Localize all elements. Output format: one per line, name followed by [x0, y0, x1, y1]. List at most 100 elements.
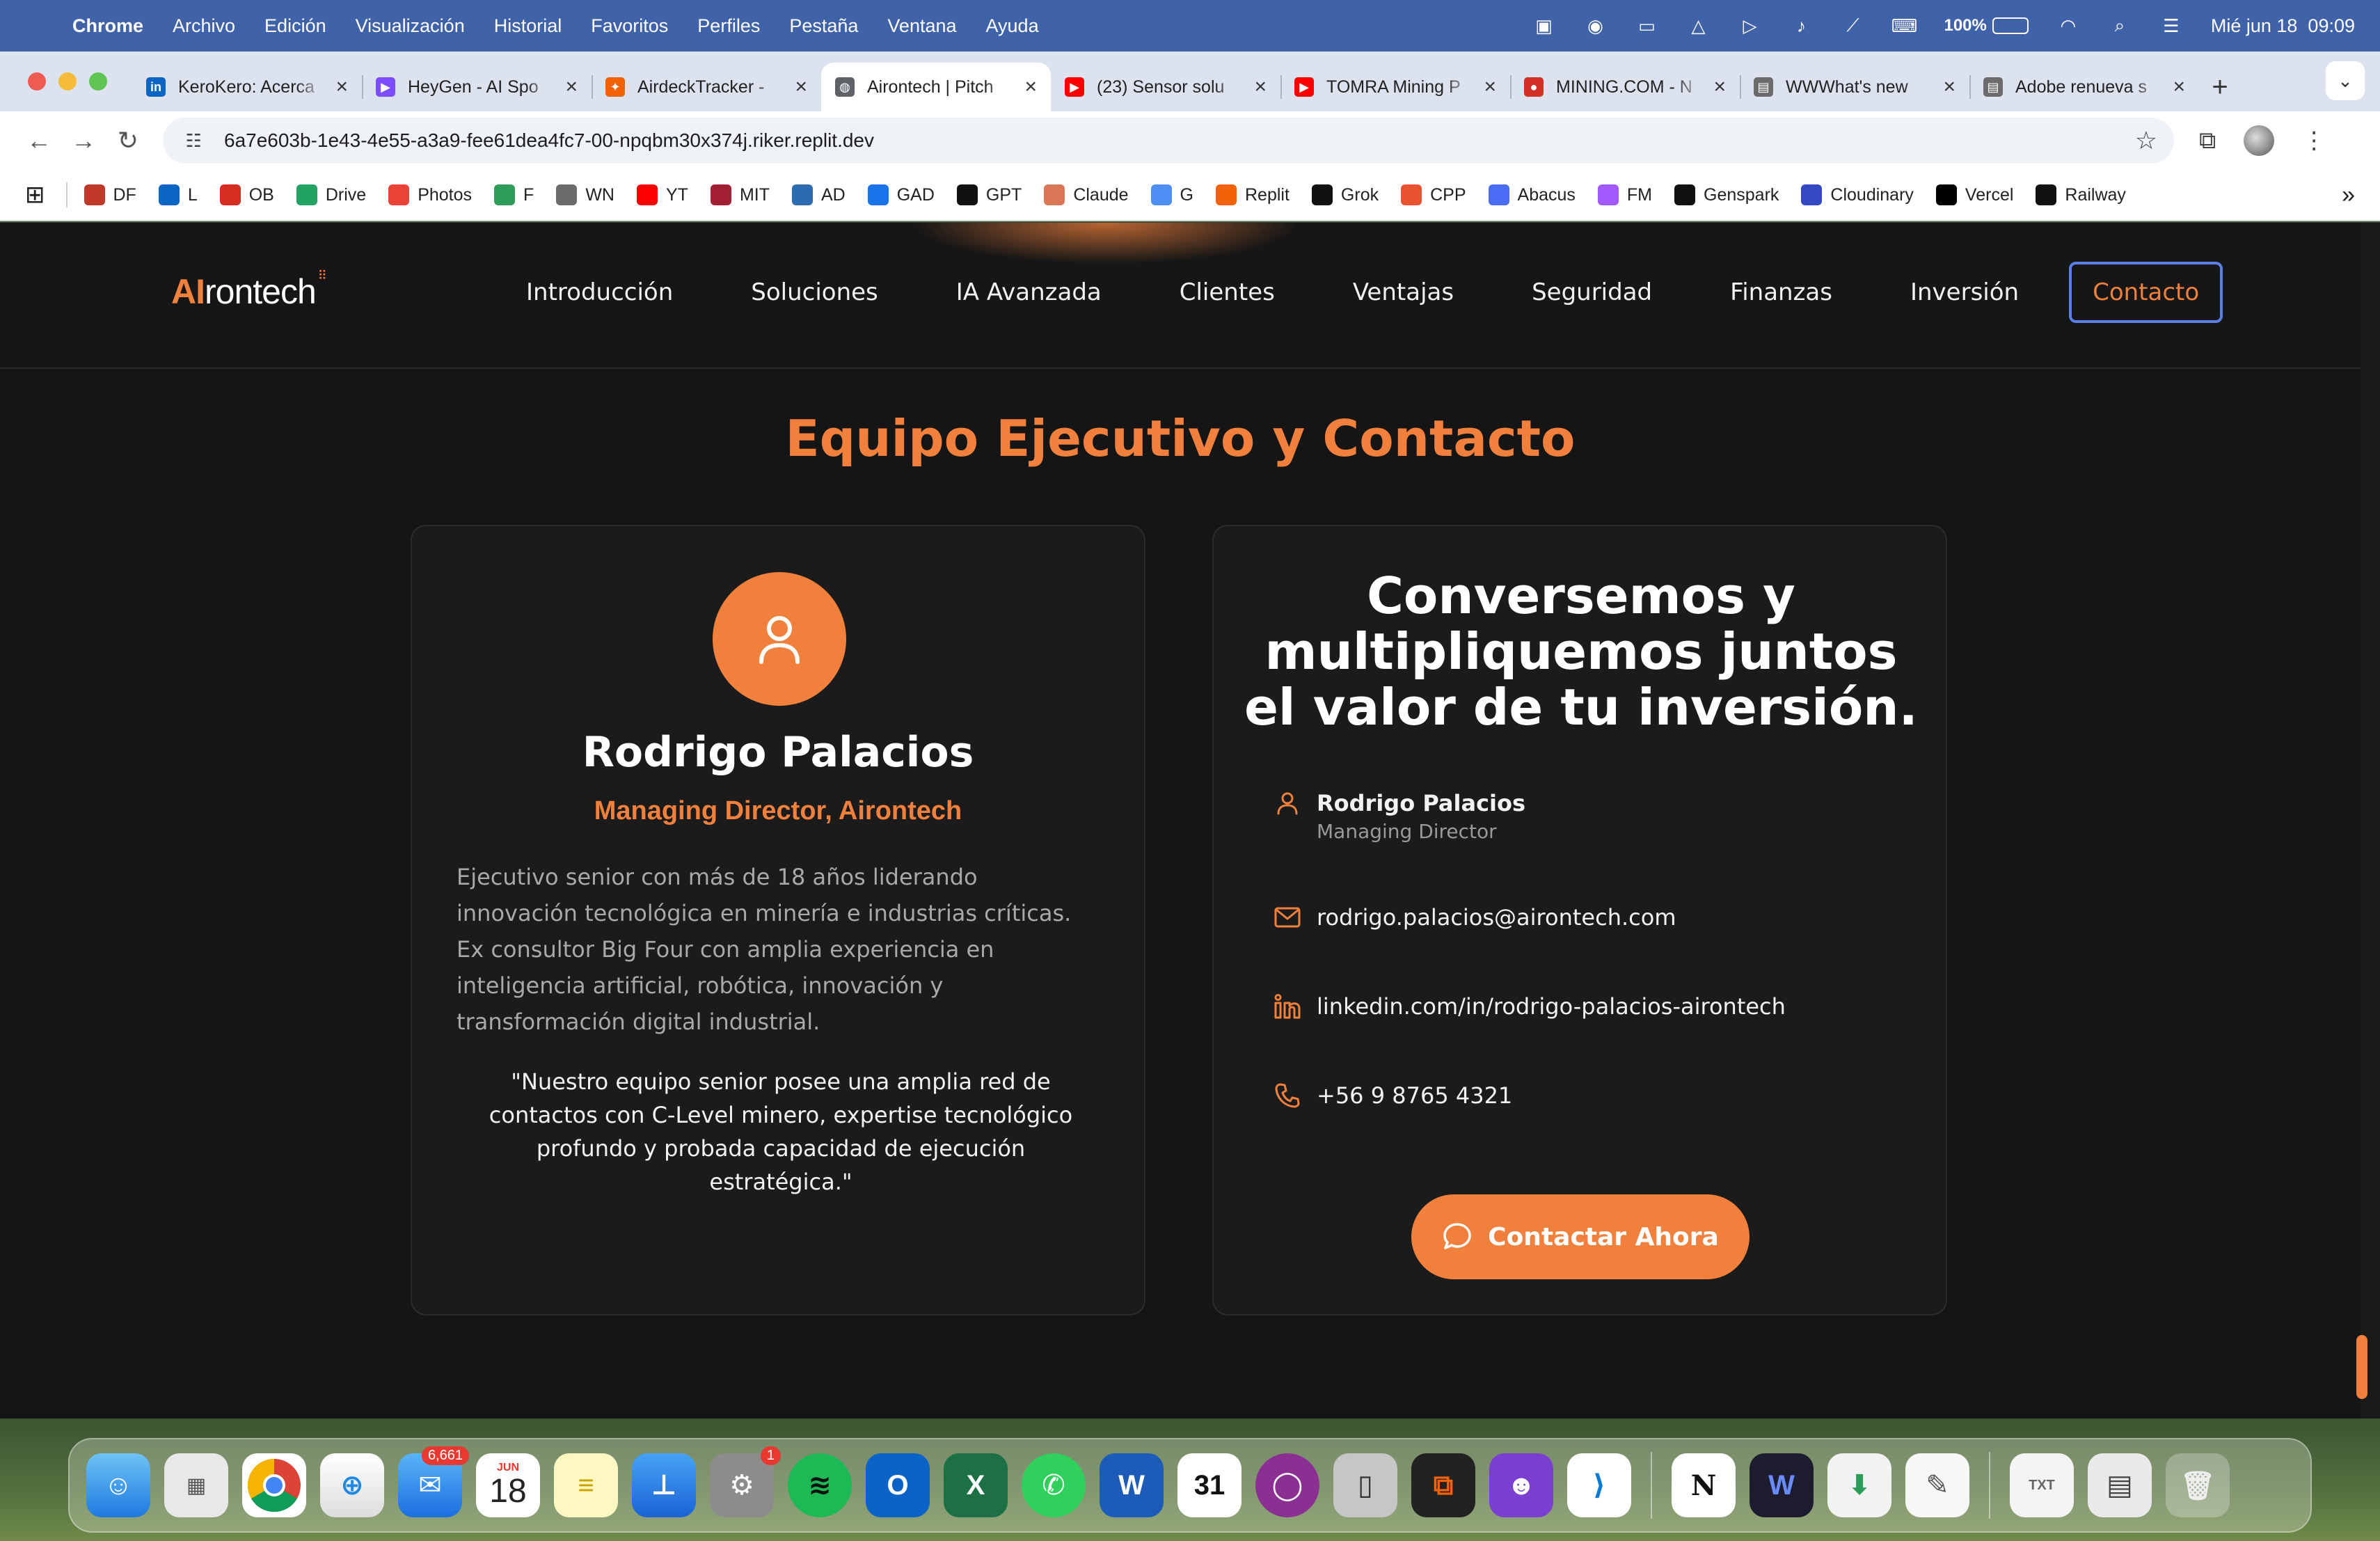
bookmark-item[interactable]: MIT: [710, 184, 770, 205]
menu-ayuda[interactable]: Ayuda: [986, 15, 1039, 37]
browser-tab[interactable]: ◍ Airontech | Pitch ×: [821, 63, 1051, 111]
menu-archivo[interactable]: Archivo: [173, 15, 235, 37]
menu-pestana[interactable]: Pestaña: [789, 15, 858, 37]
chrome-menu-icon[interactable]: ⋮: [2302, 127, 2326, 155]
keynote-app-icon[interactable]: ⊥: [632, 1453, 696, 1517]
trash-icon[interactable]: 🗑: [2166, 1453, 2230, 1517]
browser-tab[interactable]: in KeroKero: Acerca ×: [132, 63, 362, 111]
nav-introduccion[interactable]: Introducción: [526, 263, 673, 322]
keyboard-icon[interactable]: ⌨: [1891, 15, 1918, 36]
address-bar[interactable]: ☷ 6a7e603b-1e43-4e55-a3a9-fee61dea4fc7-0…: [163, 118, 2174, 164]
bookmark-item[interactable]: OB: [219, 184, 274, 205]
bookmark-item[interactable]: Railway: [2036, 184, 2126, 205]
bookmark-item[interactable]: L: [158, 184, 198, 205]
contact-now-button[interactable]: Contactar Ahora: [1411, 1194, 1750, 1279]
contact-phone[interactable]: +56 9 8765 4321: [1317, 1080, 1512, 1111]
forward-button[interactable]: →: [61, 118, 106, 163]
bookmark-item[interactable]: Genspark: [1674, 184, 1779, 205]
finder-icon[interactable]: ☺: [86, 1453, 150, 1517]
bookmark-item[interactable]: Grok: [1311, 184, 1379, 205]
mail-app-icon[interactable]: ✉ 6,661: [398, 1446, 469, 1517]
bookmark-item[interactable]: Claude: [1044, 184, 1129, 205]
browser-tab[interactable]: ▤ Adobe renueva s ×: [1969, 63, 2199, 111]
notion-icon[interactable]: N: [1672, 1453, 1736, 1517]
back-button[interactable]: ←: [17, 118, 61, 163]
bookmark-item[interactable]: GPT: [956, 184, 1022, 205]
textedit-icon[interactable]: ✎: [1905, 1453, 1969, 1517]
safari-icon[interactable]: ⊕: [320, 1453, 384, 1517]
word-icon[interactable]: W: [1100, 1453, 1164, 1517]
tab-close-icon[interactable]: ×: [795, 75, 807, 99]
page-scrollbar-track[interactable]: [2361, 223, 2380, 1418]
control-center-icon[interactable]: ☰: [2159, 15, 2183, 36]
system-settings-icon[interactable]: ⚙ 1: [710, 1446, 781, 1517]
menu-clock[interactable]: Mié jun 18 09:09: [2211, 15, 2355, 37]
bluetooth-off-icon[interactable]: ⟋: [1841, 15, 1864, 36]
page-scrollbar-thumb[interactable]: [2356, 1335, 2367, 1399]
tab-close-icon[interactable]: ×: [565, 75, 578, 99]
reload-button[interactable]: ↻: [106, 118, 150, 163]
audio-wave-icon[interactable]: ◉: [1583, 15, 1607, 36]
nav-inversion[interactable]: Inversión: [1910, 263, 2019, 322]
minimize-window-button[interactable]: [58, 72, 77, 90]
battery-status[interactable]: 100%: [1944, 16, 2029, 35]
contact-linkedin[interactable]: linkedin.com/in/rodrigo-palacios-aironte…: [1317, 991, 1786, 1022]
github-desktop-icon[interactable]: ☻: [1489, 1453, 1553, 1517]
vscode-icon[interactable]: ⟩: [1567, 1453, 1631, 1517]
volume-icon[interactable]: ♪: [1789, 15, 1813, 36]
new-tab-button[interactable]: +: [2199, 63, 2241, 111]
bookmark-item[interactable]: GAD: [867, 184, 935, 205]
chrome-icon[interactable]: [242, 1453, 306, 1517]
tab-close-icon[interactable]: ×: [1024, 75, 1037, 99]
nav-clientes[interactable]: Clientes: [1180, 263, 1275, 322]
browser-tab[interactable]: ▤ WWWhat's new ×: [1740, 63, 1969, 111]
nav-contacto[interactable]: Contacto: [2069, 262, 2223, 323]
contact-linkedin-row[interactable]: linkedin.com/in/rodrigo-palacios-aironte…: [1272, 991, 1786, 1022]
tab-close-icon[interactable]: ×: [335, 75, 348, 99]
zoom-window-button[interactable]: [89, 72, 107, 90]
bookmark-item[interactable]: Abacus: [1488, 184, 1576, 205]
bookmark-item[interactable]: YT: [636, 184, 688, 205]
menu-visualizacion[interactable]: Visualización: [356, 15, 465, 37]
menu-edicion[interactable]: Edición: [264, 15, 326, 37]
contact-phone-row[interactable]: +56 9 8765 4321: [1272, 1080, 1512, 1111]
tab-close-icon[interactable]: ×: [1484, 75, 1496, 99]
site-info-icon[interactable]: ☷: [180, 127, 207, 155]
menu-app-name[interactable]: Chrome: [72, 15, 143, 37]
nav-ia-avanzada[interactable]: IA Avanzada: [956, 263, 1102, 322]
bookmark-item[interactable]: Vercel: [1935, 184, 2013, 205]
iphone-mirroring-icon[interactable]: ▯: [1333, 1453, 1397, 1517]
nav-soluciones[interactable]: Soluciones: [751, 263, 878, 322]
fantastical-calendar-icon[interactable]: 31: [1177, 1453, 1241, 1517]
profile-avatar[interactable]: [2244, 125, 2275, 156]
bookmark-item[interactable]: AD: [791, 184, 846, 205]
bookmark-item[interactable]: CPP: [1401, 184, 1466, 205]
tab-search-button[interactable]: ⌄: [2326, 61, 2365, 100]
tab-close-icon[interactable]: ×: [1713, 75, 1726, 99]
bookmark-item[interactable]: Replit: [1216, 184, 1290, 205]
menu-historial[interactable]: Historial: [494, 15, 562, 37]
bookmark-star-icon[interactable]: ☆: [2135, 126, 2157, 155]
nav-ventajas[interactable]: Ventajas: [1353, 263, 1454, 322]
replit-app-icon[interactable]: ⧉: [1411, 1453, 1475, 1517]
whatsapp-icon[interactable]: ✆: [1022, 1453, 1086, 1517]
webex-icon[interactable]: W: [1750, 1453, 1814, 1517]
browser-tab[interactable]: ▶ TOMRA Mining P ×: [1280, 63, 1510, 111]
browser-tab[interactable]: ▶ HeyGen - AI Spo ×: [362, 63, 592, 111]
wifi-icon[interactable]: ◠: [2056, 15, 2080, 36]
window-manager-icon[interactable]: ▭: [1635, 15, 1658, 36]
close-window-button[interactable]: [28, 72, 46, 90]
launchpad-icon[interactable]: ▦: [164, 1453, 228, 1517]
excel-icon[interactable]: X: [944, 1453, 1008, 1517]
tab-close-icon[interactable]: ×: [1254, 75, 1267, 99]
spotify-icon[interactable]: ≋: [788, 1453, 852, 1517]
installer-icon[interactable]: ⬇: [1827, 1453, 1891, 1517]
outlook-icon[interactable]: O: [866, 1453, 930, 1517]
more-bookmarks-icon[interactable]: »: [2342, 182, 2355, 209]
nav-finanzas[interactable]: Finanzas: [1730, 263, 1832, 322]
calendar-app-icon[interactable]: JUN 18: [476, 1453, 540, 1517]
bookmark-item[interactable]: F: [494, 184, 534, 205]
browser-tab[interactable]: ✦ AirdeckTracker - ×: [592, 63, 821, 111]
contact-email[interactable]: rodrigo.palacios@airontech.com: [1317, 902, 1676, 933]
tab-close-icon[interactable]: ×: [2173, 75, 2185, 99]
